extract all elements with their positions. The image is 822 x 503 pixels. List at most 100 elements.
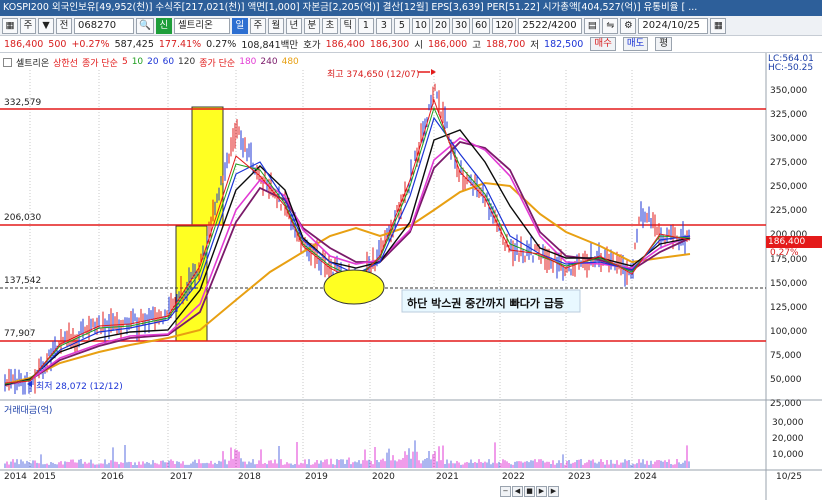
current-price-tag: 186,400: [766, 236, 822, 248]
minute-3[interactable]: 3: [375, 17, 392, 34]
price-tick-label: 25,000: [770, 399, 802, 409]
count-value: 2522: [522, 19, 548, 31]
chart-settings-icon[interactable]: ▤: [584, 17, 601, 34]
price-tick-label: 225,000: [770, 206, 808, 216]
period-tick[interactable]: 틱: [339, 17, 356, 34]
high-annotation: 최고 374,650 (12/07): [327, 70, 420, 80]
right-panel: LC:564.01 HC:-50.25: [766, 55, 822, 75]
legend-ma20: 20: [147, 57, 159, 67]
x-tick-label: 2018: [238, 472, 261, 482]
price-chart-svg[interactable]: [0, 53, 822, 500]
x-tick-label: 2014: [4, 472, 27, 482]
legend-stock: 셀트리온: [16, 58, 50, 69]
compare-icon[interactable]: ⇋: [602, 17, 619, 34]
minute-120[interactable]: 120: [492, 17, 517, 34]
date-input[interactable]: 2024/10/25: [638, 17, 709, 34]
period-month[interactable]: 월: [267, 17, 284, 34]
period-week[interactable]: 주: [249, 17, 266, 34]
x-tick-label: 2017: [170, 472, 193, 482]
eval-button[interactable]: 평: [655, 37, 673, 51]
period-second[interactable]: 초: [321, 17, 338, 34]
nav-stop-icon[interactable]: ■: [524, 486, 535, 497]
x-axis-end: 10/25: [776, 472, 802, 482]
price-tick-label: 75,000: [770, 351, 802, 361]
legend-ma2-label: 종가 단순: [199, 58, 236, 69]
minute-10[interactable]: 10: [411, 17, 430, 34]
search-icon[interactable]: 🔍: [136, 17, 154, 34]
minute-5[interactable]: 5: [393, 17, 410, 34]
data-count-input[interactable]: 2522/4200: [518, 17, 583, 34]
legend-ma60: 60: [162, 57, 175, 67]
buy-button[interactable]: 매수: [590, 37, 616, 51]
price-tick-label: 300,000: [770, 134, 808, 144]
price-tick-label: 100,000: [770, 327, 808, 337]
minute-60[interactable]: 60: [472, 17, 491, 34]
hline-label-206030: 206,030: [4, 213, 42, 223]
trade-amount: 108,841백만: [241, 40, 299, 51]
grid-icon[interactable]: ▦: [2, 17, 18, 34]
legend-ma-label: 종가 단순: [81, 58, 118, 69]
ask-price: 186,400: [325, 38, 365, 50]
low-annotation: 최저 28,072 (12/12): [36, 382, 123, 392]
sell-button[interactable]: 매도: [622, 37, 649, 51]
x-tick-label: 2016: [101, 472, 124, 482]
x-tick-label: 2020: [372, 472, 395, 482]
count-total: /4200: [547, 19, 577, 31]
toolbar: ▦ 주 ▼ 전 068270 🔍 신 셀트리온 일 주 월 년 분 초 틱 1 …: [0, 16, 822, 36]
stock-type-button[interactable]: 주: [20, 17, 36, 34]
price-tick-label: 125,000: [770, 303, 808, 313]
minute-1[interactable]: 1: [357, 17, 374, 34]
price-tick-label: 50,000: [770, 375, 802, 385]
vol-label-10000: 10,000: [772, 450, 804, 460]
chart-area[interactable]: [0, 53, 822, 500]
period-day[interactable]: 일: [231, 17, 248, 34]
legend-box-icon: [3, 57, 12, 67]
stock-code-input[interactable]: 068270: [74, 17, 134, 34]
nav-play-icon[interactable]: ▶: [536, 486, 547, 497]
price-tick-label: 275,000: [770, 158, 808, 168]
callout-text: 하단 박스권 중간까지 빠다가 급등: [407, 297, 564, 310]
x-tick-label: 2015: [33, 472, 56, 482]
change-amount: 500: [48, 38, 67, 50]
x-tick-label: 2022: [502, 472, 525, 482]
dropdown-icon[interactable]: ▼: [38, 17, 54, 34]
price-tick-label: 150,000: [770, 279, 808, 289]
turnover-rate: 0.27%: [206, 38, 237, 50]
gear-icon[interactable]: ⚙: [620, 17, 637, 34]
prev-button[interactable]: 전: [56, 17, 72, 34]
calendar-icon[interactable]: ▦: [710, 17, 727, 34]
legend-ma10: 10: [131, 57, 144, 67]
x-tick-label: 2021: [436, 472, 459, 482]
price-tick-label: 350,000: [770, 86, 808, 96]
volume-value: 587,425: [114, 38, 154, 50]
x-tick-label: 2024: [634, 472, 657, 482]
period-year[interactable]: 년: [285, 17, 302, 34]
vol-label-30000: 30,000: [772, 418, 804, 428]
legend-ma240: 240: [260, 57, 278, 67]
legend-ma120: 120: [178, 57, 196, 67]
volume-title: 거래대금(억): [4, 406, 53, 416]
price-tick-label: 325,000: [770, 110, 808, 120]
vol-label-20000: 20,000: [772, 434, 804, 444]
nav-minus-icon[interactable]: −: [500, 486, 511, 497]
callout-ellipse: [323, 269, 385, 305]
nav-last-icon[interactable]: ▶: [548, 486, 559, 497]
current-pct-tag: 0.27%: [770, 248, 799, 258]
period-minute[interactable]: 분: [303, 17, 320, 34]
new-badge[interactable]: 신: [155, 17, 172, 34]
hline-label-137542: 137,542: [4, 276, 42, 286]
high-price: 188,700: [485, 38, 526, 50]
nav-first-icon[interactable]: ◀: [512, 486, 523, 497]
legend-ma180: 180: [239, 57, 257, 67]
hc-value: HC:-50.25: [768, 63, 814, 73]
hline-label-332579: 332,579: [4, 98, 42, 108]
current-price: 186,400: [4, 38, 44, 50]
stock-info-bar: KOSPI200 외국인보유[49,952(천)] 수식주[217,021(천)…: [0, 0, 822, 16]
minute-20[interactable]: 20: [431, 17, 451, 34]
x-tick-label: 2019: [305, 472, 328, 482]
minute-30[interactable]: 30: [452, 17, 471, 34]
open-price: 186,000: [427, 38, 468, 50]
bid-price: 186,300: [369, 38, 410, 50]
change-percent: +0.27%: [71, 38, 110, 50]
ask-label: 호가: [303, 40, 321, 51]
